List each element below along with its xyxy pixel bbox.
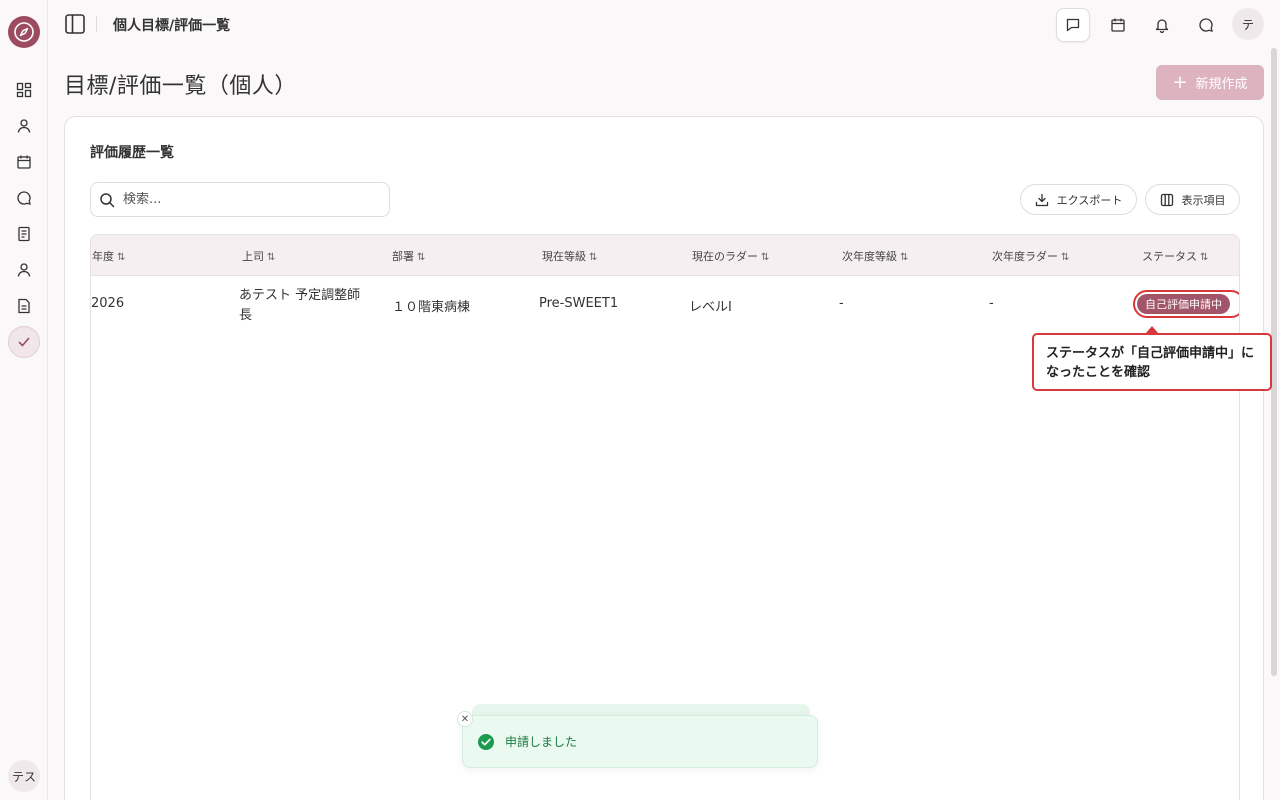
annotation-callout: ステータスが「自己評価申請中」に なったことを確認 <box>1032 333 1272 391</box>
column-header-year[interactable]: 年度 ⇅ <box>92 248 125 264</box>
cell-year: 2026 <box>91 296 125 311</box>
columns-button[interactable]: 表示項目 <box>1145 184 1240 215</box>
user-avatar[interactable]: テ <box>1232 8 1264 40</box>
card-title: 評価履歴一覧 <box>90 145 174 161</box>
message-square-icon <box>1066 18 1080 32</box>
download-icon <box>1035 193 1048 206</box>
sidebar-item-evaluation[interactable] <box>8 326 40 358</box>
header-divider <box>96 16 97 32</box>
cell-next-grade: - <box>839 296 844 311</box>
search-box[interactable] <box>90 182 390 217</box>
cell-department: １０階東病棟 <box>392 300 471 315</box>
chat-icon[interactable] <box>14 188 34 208</box>
chat-button[interactable] <box>1189 8 1223 42</box>
column-header-current-grade[interactable]: 現在等級 ⇅ <box>542 248 597 264</box>
compass-icon <box>14 22 34 42</box>
export-button[interactable]: エクスポート <box>1020 184 1137 215</box>
sidebar-user-avatar[interactable]: テス <box>8 760 40 792</box>
check-icon <box>18 337 30 347</box>
sort-icon: ⇅ <box>589 252 598 263</box>
evaluation-history-card: 評価履歴一覧 エクスポート 表示項目 年度⇅ 上司⇅ 部署⇅ 現在等級⇅ 現在の… <box>64 116 1264 800</box>
sort-icon: ⇅ <box>761 252 770 263</box>
column-header-department[interactable]: 部署 ⇅ <box>392 248 425 264</box>
page-title: 目標/評価一覧（個人） <box>64 74 297 99</box>
callout-arrow <box>1146 326 1158 333</box>
bell-icon <box>1155 19 1169 33</box>
table-header: 年度 ⇅ 上司 ⇅ 部署 ⇅ 現在等級 ⇅ 現在のラダー ⇅ 次年度等級 ⇅ 次年度ラダー ⇅… <box>91 235 1239 276</box>
callout-line-2: なったことを確認 <box>1046 365 1151 380</box>
breadcrumb: 個人目標/評価一覧 <box>113 18 231 34</box>
sort-icon: ⇅ <box>267 252 276 263</box>
cell-current-ladder: レベルI <box>689 300 732 315</box>
search-input[interactable] <box>123 192 373 207</box>
status-badge: 自己評価申請中 <box>1137 294 1230 314</box>
dashboard-icon[interactable] <box>14 80 34 100</box>
column-header-supervisor[interactable]: 上司 ⇅ <box>242 248 275 264</box>
calendar-button[interactable] <box>1101 8 1135 42</box>
cell-current-grade: Pre-SWEET1 <box>539 296 619 311</box>
top-header: 個人目標/評価一覧 テ <box>48 0 1280 48</box>
column-header-current-ladder[interactable]: 現在のラダー ⇅ <box>692 248 769 264</box>
sidebar-toggle-icon[interactable] <box>64 13 86 35</box>
sidebar: テス <box>0 0 48 800</box>
column-header-status[interactable]: ステータス ⇅ <box>1142 248 1208 264</box>
create-new-button[interactable]: + 新規作成 <box>1156 65 1264 100</box>
sort-icon: ⇅ <box>117 252 126 263</box>
sort-icon: ⇅ <box>1061 252 1070 263</box>
sort-icon: ⇅ <box>417 252 426 263</box>
export-label: エクスポート <box>1056 193 1123 207</box>
sort-icon: ⇅ <box>1200 252 1209 263</box>
toast-close-icon[interactable]: ✕ <box>457 711 473 727</box>
toast-message: 申請しました <box>505 735 578 749</box>
feedback-button[interactable] <box>1056 8 1090 42</box>
chat-icon <box>1199 18 1213 32</box>
columns-icon <box>1160 193 1173 206</box>
profile-icon[interactable] <box>14 260 34 280</box>
columns-label: 表示項目 <box>1181 193 1226 207</box>
create-new-label: 新規作成 <box>1195 77 1248 92</box>
notebook-icon[interactable] <box>14 224 34 244</box>
notifications-button[interactable] <box>1145 8 1179 42</box>
cell-supervisor: あテスト 予定調整師 長 <box>239 288 361 323</box>
user-icon[interactable] <box>14 116 34 136</box>
callout-line-1: ステータスが「自己評価申請中」に <box>1046 346 1255 361</box>
app-logo[interactable] <box>8 16 40 48</box>
sort-icon: ⇅ <box>900 252 909 263</box>
cell-next-ladder: - <box>989 296 994 311</box>
column-header-next-ladder[interactable]: 次年度ラダー ⇅ <box>992 248 1069 264</box>
column-header-next-grade[interactable]: 次年度等級 ⇅ <box>842 248 908 264</box>
search-icon <box>100 192 115 207</box>
success-toast: 申請しました <box>462 715 818 768</box>
calendar-icon <box>1111 18 1125 32</box>
document-icon[interactable] <box>14 296 34 316</box>
check-circle-icon <box>478 733 494 750</box>
plus-icon: + <box>1172 71 1188 93</box>
calendar-icon[interactable] <box>14 152 34 172</box>
